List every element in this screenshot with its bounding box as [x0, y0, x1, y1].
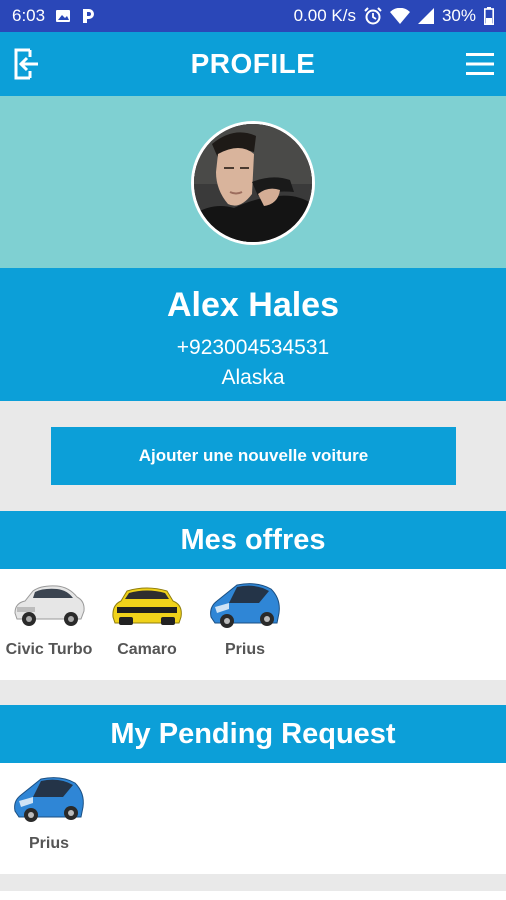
battery-level: 30%: [441, 6, 476, 25]
network-speed: 0.00 K/s: [293, 6, 356, 25]
battery-icon: [484, 7, 494, 25]
wifi-icon: [389, 8, 410, 24]
pending-list: Prius: [0, 763, 506, 874]
offer-car-civic-turbo[interactable]: Civic Turbo: [1, 577, 97, 659]
hamburger-menu-icon[interactable]: [466, 51, 494, 77]
status-bar: 6:03 0.00 K/s 30%: [0, 0, 506, 32]
car-label: Prius: [28, 835, 69, 852]
signal-icon: [417, 8, 434, 24]
avatar[interactable]: [191, 121, 315, 245]
profile-name: Alex Hales: [167, 286, 339, 324]
car-icon: [14, 777, 84, 822]
car-icon: [14, 585, 85, 626]
car-label: Camaro: [117, 641, 177, 658]
car-label: Prius: [224, 641, 265, 658]
car-icon: [210, 583, 280, 628]
add-car-button[interactable]: Ajouter une nouvelle voiture: [51, 427, 456, 485]
next-section-edge: [0, 891, 506, 900]
car-label: Civic Turbo: [5, 641, 93, 658]
profile-phone: +923004534531: [176, 336, 330, 359]
avatar-photo: [194, 124, 312, 242]
parking-icon: [83, 9, 95, 23]
alarm-icon: [364, 7, 382, 25]
status-time: 6:03: [12, 6, 46, 25]
image-icon: [56, 10, 71, 22]
offer-car-camaro[interactable]: Camaro: [99, 577, 195, 659]
car-icon: [112, 587, 182, 625]
app-bar: PROFILE: [0, 32, 506, 96]
offer-car-prius[interactable]: Prius: [197, 577, 293, 659]
offers-list: Civic Turbo Camaro Prius: [0, 569, 506, 680]
profile-info: Alex Hales +923004534531 Alaska: [0, 268, 506, 401]
profile-location: Alaska: [221, 366, 285, 389]
page-title: PROFILE: [190, 48, 316, 79]
offers-header: Mes offres: [0, 511, 506, 569]
pending-header: My Pending Request: [0, 705, 506, 763]
pending-car-prius[interactable]: Prius: [1, 771, 97, 853]
